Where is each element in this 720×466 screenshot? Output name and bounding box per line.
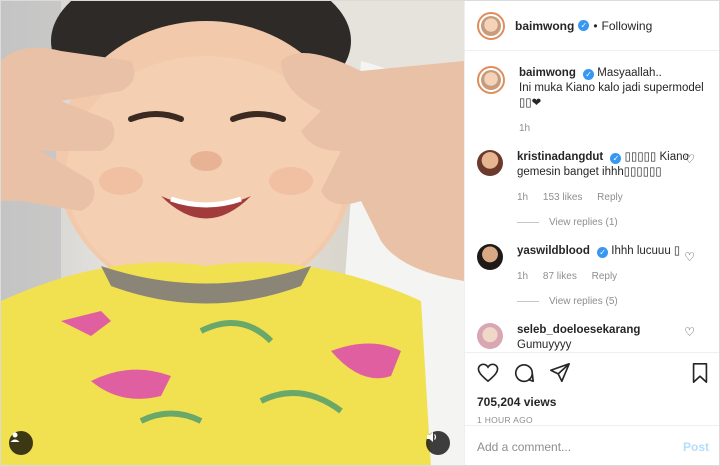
verified-badge-icon: ✓: [578, 20, 590, 31]
sound-icon: [427, 432, 437, 442]
verified-badge-icon: ✓: [597, 247, 609, 258]
post-header: baimwong ✓ • Following: [465, 1, 719, 51]
comment-likes[interactable]: 153 likes: [543, 192, 582, 203]
bookmark-icon[interactable]: [691, 362, 709, 384]
comment-composer: Post: [465, 425, 719, 465]
comment-like-heart-icon[interactable]: ♡: [684, 325, 695, 339]
caption-emoji: ▯▯❤: [519, 97, 542, 109]
caption-body: baimwong ✓ Masyaallah.. Ini muka Kiano k…: [519, 66, 709, 136]
post-comment-button[interactable]: Post: [683, 440, 709, 454]
comment-item: kristinadangdut ✓ ▯▯▯▯▯ Kiano gemesin ba…: [477, 150, 709, 205]
comment-username[interactable]: seleb_doeloesekarang: [517, 324, 640, 336]
author-avatar[interactable]: [477, 11, 505, 40]
post-actions: 705,204 views 1 HOUR AGO: [465, 352, 719, 425]
comment-time[interactable]: 1h: [517, 192, 528, 203]
comment-text: Ihhh lucuuu ▯: [611, 245, 681, 257]
verified-badge-icon: ✓: [583, 69, 595, 80]
comment-text: Gumuyyyy: [517, 339, 572, 351]
comment-meta: 1h 87 likes Reply: [517, 269, 689, 284]
caption-avatar[interactable]: [477, 66, 505, 94]
comments-list[interactable]: baimwong ✓ Masyaallah.. Ini muka Kiano k…: [465, 52, 719, 352]
comment-like-heart-icon[interactable]: ♡: [684, 250, 695, 264]
comment-body: yaswildblood ✓ Ihhh lucuuu ▯ 1h 87 likes…: [517, 244, 709, 284]
author-username[interactable]: baimwong: [515, 19, 574, 33]
post-video[interactable]: [1, 1, 464, 465]
verified-badge-icon: ✓: [610, 153, 622, 164]
tagged-users-button[interactable]: [9, 431, 33, 455]
user-tag-icon: [10, 432, 20, 442]
commenter-avatar[interactable]: [477, 244, 503, 270]
comment-username[interactable]: yaswildblood: [517, 245, 590, 257]
comment-meta: 1h 153 likes Reply: [517, 190, 689, 205]
comment-likes[interactable]: 87 likes: [543, 271, 577, 282]
commenter-avatar[interactable]: [477, 323, 503, 349]
caption-text: Masyaallah..: [597, 67, 662, 79]
commenter-avatar[interactable]: [477, 150, 503, 176]
comment-icon[interactable]: [513, 362, 535, 384]
comment-username[interactable]: kristinadangdut: [517, 151, 603, 163]
sound-toggle-button[interactable]: [426, 431, 450, 455]
comment-like-heart-icon[interactable]: ♡: [684, 152, 695, 166]
following-button[interactable]: Following: [602, 19, 653, 33]
caption-time[interactable]: 1h: [519, 123, 530, 134]
header-separator: •: [593, 18, 598, 33]
caption-text-line2: Ini muka Kiano kalo jadi supermodel: [519, 82, 704, 94]
comment-item: seleb_doeloesekarang Gumuyyyy ♡: [477, 323, 709, 352]
caption: baimwong ✓ Masyaallah.. Ini muka Kiano k…: [477, 66, 709, 136]
view-replies-button[interactable]: View replies (1): [517, 217, 709, 228]
action-icons: [477, 359, 709, 387]
heart-icon[interactable]: [477, 363, 499, 383]
view-replies-button[interactable]: View replies (5): [517, 296, 709, 307]
comment-time[interactable]: 1h: [517, 271, 528, 282]
comment-item: yaswildblood ✓ Ihhh lucuuu ▯ 1h 87 likes…: [477, 244, 709, 284]
reply-button[interactable]: Reply: [592, 271, 618, 282]
instagram-post: baimwong ✓ • Following baimwong ✓ Masyaa…: [0, 0, 720, 466]
comment-body: seleb_doeloesekarang Gumuyyyy: [517, 323, 709, 352]
caption-username[interactable]: baimwong: [519, 67, 576, 79]
video-frame-illustration: [1, 1, 464, 465]
reply-button[interactable]: Reply: [597, 192, 623, 203]
caption-meta: 1h: [519, 121, 709, 136]
share-icon[interactable]: [549, 362, 571, 384]
post-timestamp[interactable]: 1 HOUR AGO: [477, 415, 709, 425]
post-sidebar: baimwong ✓ • Following baimwong ✓ Masyaa…: [464, 1, 719, 465]
comment-input[interactable]: [477, 439, 683, 454]
view-count[interactable]: 705,204 views: [477, 395, 709, 409]
comment-body: kristinadangdut ✓ ▯▯▯▯▯ Kiano gemesin ba…: [517, 150, 709, 205]
